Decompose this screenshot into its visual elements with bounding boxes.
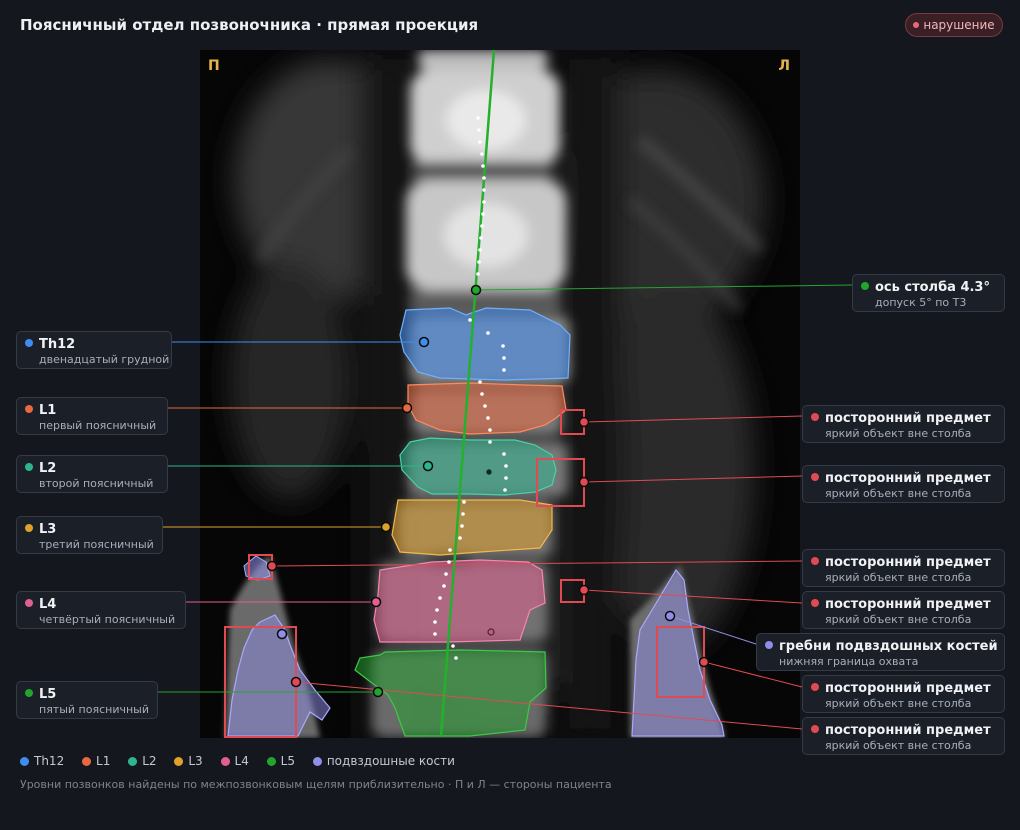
foreign-dot-6 (811, 725, 819, 733)
legend-dot-l3 (174, 757, 184, 766)
legend-item-l5[interactable]: L5 (266, 754, 295, 768)
legend-dot-l5 (266, 757, 276, 766)
label-card-l3[interactable]: L3 третий поясничный (16, 516, 163, 554)
l4-dot (25, 599, 33, 607)
legend-dot-l4 (220, 757, 230, 766)
legend-item-th12[interactable]: Th12 (20, 754, 64, 768)
xray-image (200, 50, 800, 738)
legend-label-l3: L3 (188, 754, 203, 768)
label-card-foreign-4[interactable]: посторонний предмет яркий объект вне сто… (802, 591, 1005, 629)
l1-dot (25, 405, 33, 413)
label-card-axis[interactable]: ось столба 4.3° допуск 5° по Т3 (852, 274, 1005, 312)
foreign-subtitle-4: яркий объект вне столба (825, 613, 972, 626)
legend: Th12 L1 L2 L3 L4 L5 подвздошные кости (20, 754, 469, 768)
foreign-title-1: посторонний предмет (825, 411, 991, 426)
th12-title: Th12 (39, 337, 76, 352)
legend-label-th12: Th12 (34, 754, 65, 768)
side-marker-right: П (208, 58, 220, 74)
label-card-l1[interactable]: L1 первый поясничный (16, 397, 168, 435)
legend-item-l1[interactable]: L1 (82, 754, 110, 768)
legend-label-l4: L4 (234, 754, 249, 768)
l3-title: L3 (39, 522, 57, 537)
iliac-title: гребни подвздошных костей (779, 639, 998, 654)
label-card-foreign-3[interactable]: посторонний предмет яркий объект вне сто… (802, 549, 1005, 587)
label-card-l2[interactable]: L2 второй поясничный (16, 455, 168, 493)
legend-dot-l1 (82, 757, 92, 766)
label-card-iliac[interactable]: гребни подвздошных костей нижняя граница… (756, 633, 1005, 671)
l3-subtitle: третий поясничный (39, 538, 154, 551)
foreign-subtitle-1: яркий объект вне столба (825, 427, 972, 440)
l5-subtitle: пятый поясничный (39, 703, 149, 716)
l2-dot (25, 463, 33, 471)
label-card-foreign-6[interactable]: посторонний предмет яркий объект вне сто… (802, 717, 1005, 755)
l1-title: L1 (39, 403, 57, 418)
th12-subtitle: двенадцатый грудной (39, 353, 170, 366)
l4-title: L4 (39, 597, 57, 612)
foreign-dot-2 (811, 473, 819, 481)
l2-subtitle: второй поясничный (39, 477, 154, 490)
axis-dot (861, 282, 869, 290)
label-card-foreign-5[interactable]: посторонний предмет яркий объект вне сто… (802, 675, 1005, 713)
foreign-dot-4 (811, 599, 819, 607)
legend-label-l1: L1 (96, 754, 111, 768)
l5-title: L5 (39, 687, 57, 702)
status-dot (913, 22, 920, 28)
axis-title: ось столба 4.3° (875, 280, 990, 295)
foreign-subtitle-3: яркий объект вне столба (825, 571, 972, 584)
l5-dot (25, 689, 33, 697)
legend-item-l2[interactable]: L2 (128, 754, 157, 768)
label-card-foreign-1[interactable]: посторонний предмет яркий объект вне сто… (802, 405, 1005, 443)
foreign-title-3: посторонний предмет (825, 555, 991, 570)
foreign-dot-1 (811, 413, 819, 421)
legend-item-l3[interactable]: L3 (174, 754, 203, 768)
legend-label-l2: L2 (142, 754, 157, 768)
foreign-title-6: посторонний предмет (825, 723, 991, 738)
foreign-dot-5 (811, 683, 819, 691)
foreign-subtitle-5: яркий объект вне столба (825, 697, 972, 710)
iliac-subtitle: нижняя граница охвата (779, 655, 919, 668)
side-marker-left: Л (778, 58, 790, 74)
legend-dot-iliac (312, 757, 322, 766)
xray-viewer[interactable]: П Л (200, 50, 800, 738)
label-card-th12[interactable]: Th12 двенадцатый грудной (16, 331, 172, 369)
legend-item-iliac[interactable]: подвздошные кости (312, 754, 455, 768)
l1-subtitle: первый поясничный (39, 419, 157, 432)
legend-label-l5: L5 (280, 754, 295, 768)
foreign-title-5: посторонний предмет (825, 681, 991, 696)
page-title: Поясничный отдел позвоночника · прямая п… (20, 16, 479, 34)
label-card-foreign-2[interactable]: посторонний предмет яркий объект вне сто… (802, 465, 1005, 503)
l2-title: L2 (39, 461, 57, 476)
l3-dot (25, 524, 33, 532)
foreign-title-2: посторонний предмет (825, 471, 991, 486)
th12-dot (25, 339, 33, 347)
label-card-l5[interactable]: L5 пятый поясничный (16, 681, 158, 719)
l4-subtitle: четвёртый поясничный (39, 613, 176, 626)
iliac-dot (765, 641, 773, 649)
foreign-title-4: посторонний предмет (825, 597, 991, 612)
legend-label-iliac: подвздошные кости (326, 754, 455, 768)
label-card-l4[interactable]: L4 четвёртый поясничный (16, 591, 186, 629)
legend-item-l4[interactable]: L4 (220, 754, 249, 768)
foreign-subtitle-2: яркий объект вне столба (825, 487, 972, 500)
legend-dot-l2 (128, 757, 138, 766)
legend-dot-th12 (20, 757, 29, 766)
foreign-subtitle-6: яркий объект вне столба (825, 739, 972, 752)
footnote: Уровни позвонков найдены по межпозвонков… (20, 778, 612, 791)
axis-subtitle: допуск 5° по Т3 (875, 296, 967, 309)
foreign-dot-3 (811, 557, 819, 565)
status-badge-label: нарушение (923, 18, 995, 32)
status-badge: нарушение (905, 13, 1003, 37)
